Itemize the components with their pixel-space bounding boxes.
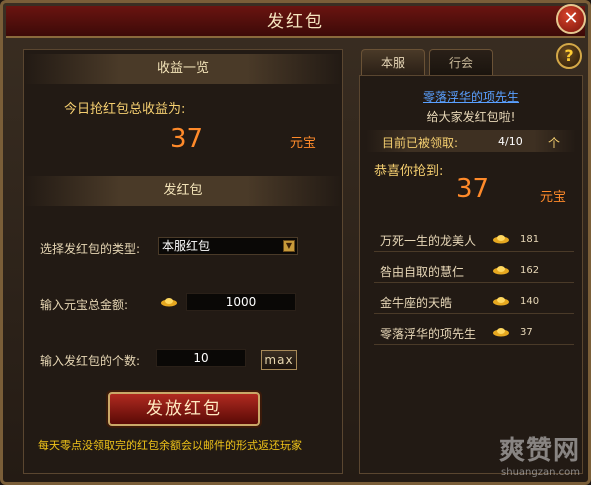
help-icon[interactable]: ? — [556, 43, 582, 69]
ingot-icon — [493, 235, 509, 244]
count-input[interactable]: 10 — [156, 349, 246, 367]
income-section-header: 收益一览 — [24, 54, 342, 84]
left-panel: 收益一览 今日抢红包总收益为: 37 元宝 发红包 选择发红包的类型: 本服红包… — [23, 49, 343, 474]
winner-name: 金牛座的天皓 — [380, 296, 453, 310]
grabbed-value: 37 — [456, 174, 490, 204]
claimed-row: 目前已被领取: 4/10 个 — [366, 130, 576, 152]
watermark-brand: 爽赞网 — [498, 436, 580, 466]
winner-name: 咎由自取的慧仁 — [380, 265, 465, 279]
max-button[interactable]: max — [261, 350, 297, 370]
send-red-packet-button[interactable]: 发放红包 — [108, 392, 260, 426]
type-label: 选择发红包的类型: — [40, 242, 141, 256]
today-income-label: 今日抢红包总收益为: — [64, 102, 186, 117]
close-icon[interactable]: ✕ — [556, 4, 586, 34]
today-income-unit: 元宝 — [290, 136, 317, 151]
winner-name: 万死一生的龙美人 — [380, 234, 477, 248]
list-item: 零落浮华的项先生 37 — [374, 319, 574, 345]
total-label: 输入元宝总金额: — [40, 298, 129, 312]
sender-message: 给大家发红包啦! — [426, 110, 516, 124]
claimed-unit: 个 — [548, 136, 561, 150]
total-amount-input[interactable]: 1000 — [186, 293, 296, 311]
watermark: 爽赞网 shuangzan.com — [499, 430, 580, 478]
ingot-icon — [161, 298, 177, 307]
ingot-icon — [493, 266, 509, 275]
ingot-icon — [493, 328, 509, 337]
tab-server[interactable]: 本服 — [361, 49, 425, 75]
watermark-url: shuangzan.com — [501, 467, 580, 478]
list-item: 万死一生的龙美人 181 — [374, 226, 574, 252]
winner-name: 零落浮华的项先生 — [380, 327, 477, 341]
right-panel: 零落浮华的项先生 给大家发红包啦! 目前已被领取: 4/10 个 恭喜你抢到: … — [359, 75, 583, 474]
list-item: 金牛座的天皓 140 — [374, 288, 574, 314]
type-select[interactable]: 本服红包 ▼ — [158, 237, 298, 255]
window-title: 发红包 — [267, 12, 324, 32]
send-section-header: 发红包 — [24, 176, 342, 206]
red-packet-window: 发红包 ✕ ? 收益一览 今日抢红包总收益为: 37 元宝 发红包 选择发红包的… — [0, 0, 591, 485]
sender-name-link[interactable]: 零落浮华的项先生 — [360, 88, 582, 105]
winner-amount: 181 — [520, 234, 540, 245]
count-label: 输入发红包的个数: — [40, 354, 141, 368]
grabbed-unit: 元宝 — [540, 190, 567, 205]
congrats-label: 恭喜你抢到: — [374, 164, 444, 179]
title-bar: 发红包 — [6, 6, 585, 38]
notice-text: 每天零点没领取完的红包余额会以邮件的形式返还玩家 — [38, 439, 302, 452]
chevron-down-icon[interactable]: ▼ — [283, 240, 295, 252]
claimed-count: 4/10 — [498, 135, 523, 148]
winner-amount: 162 — [520, 265, 540, 276]
type-select-value: 本服红包 — [162, 239, 211, 253]
today-income-value: 37 — [170, 124, 204, 154]
winner-amount: 37 — [520, 327, 533, 338]
winner-amount: 140 — [520, 296, 540, 307]
ingot-icon — [493, 297, 509, 306]
claimed-label: 目前已被领取: — [382, 136, 459, 150]
tab-guild[interactable]: 行会 — [429, 49, 493, 75]
list-item: 咎由自取的慧仁 162 — [374, 257, 574, 283]
